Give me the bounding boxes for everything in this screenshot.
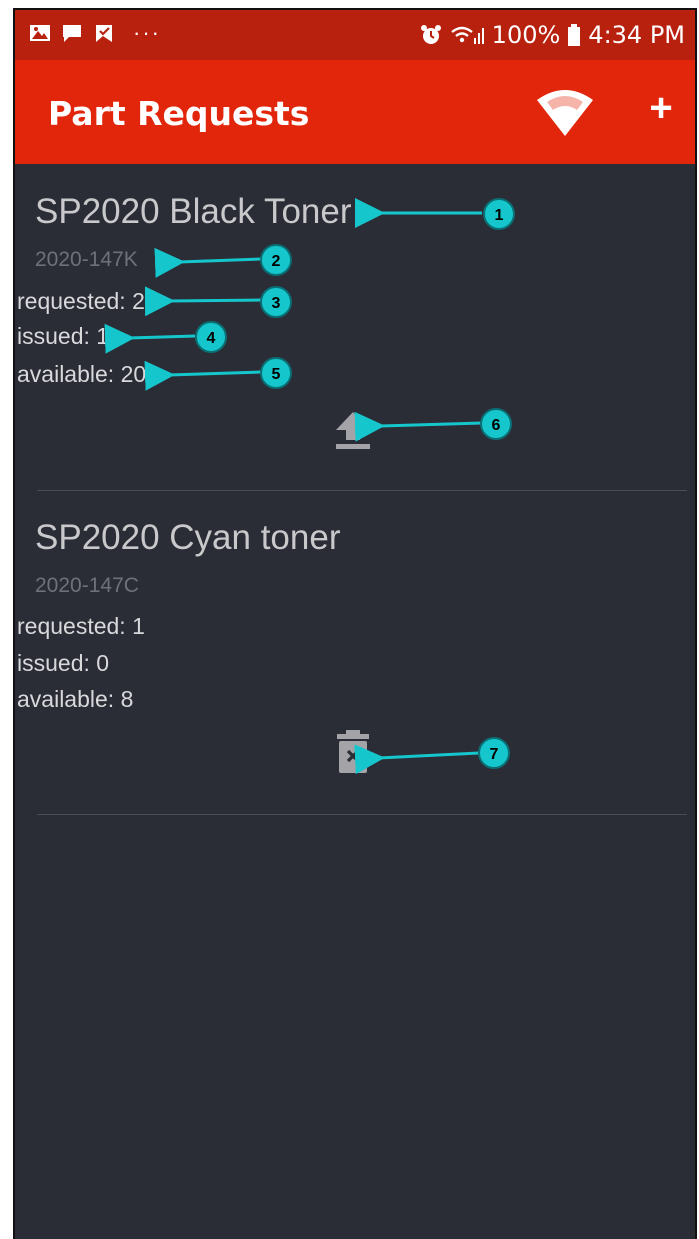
callout-4: 4 <box>195 321 227 353</box>
item-divider <box>37 814 687 815</box>
callout-5: 5 <box>260 357 292 389</box>
callout-2: 2 <box>260 244 292 276</box>
annotation-arrows <box>104 198 483 775</box>
callout-7: 7 <box>478 737 510 769</box>
callout-6: 6 <box>480 408 512 440</box>
phone-screen: ··· 100% 4:34 PM Part Requests + SP2020 … <box>13 8 697 1239</box>
callout-1: 1 <box>483 198 515 230</box>
callout-3: 3 <box>260 286 292 318</box>
